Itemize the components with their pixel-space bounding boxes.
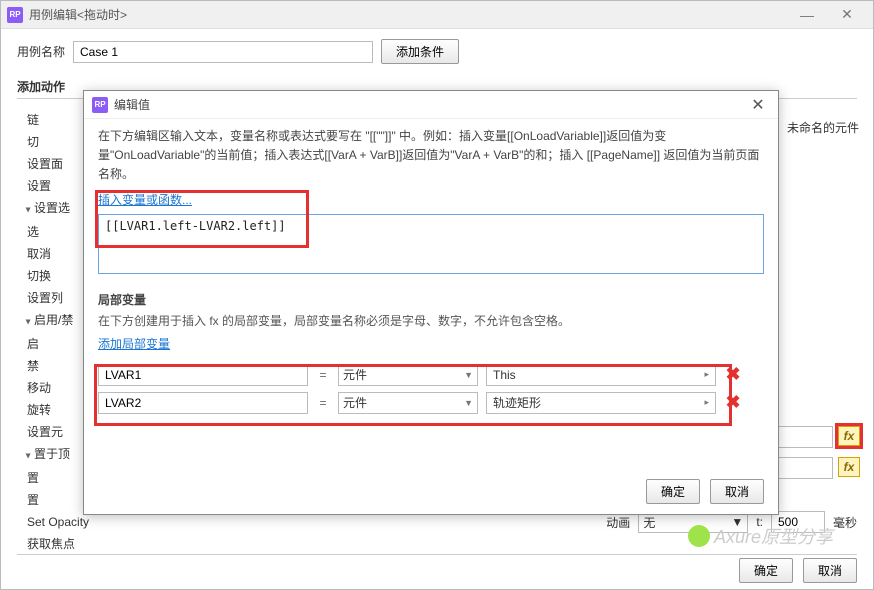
help-text: 在下方编辑区输入文本，变量名称或表达式要写在 "[[""]]" 中。例如：插入变… <box>98 127 764 185</box>
case-name-label: 用例名称 <box>17 43 65 60</box>
anim-value: 无 <box>643 514 655 531</box>
add-action-header: 添加动作 <box>17 78 65 95</box>
chevron-down-icon: ▸ <box>704 397 709 408</box>
t-label: t: <box>756 515 763 529</box>
local-var-row: = 元件 ▼ This ▸ ✖ <box>98 364 764 386</box>
insert-var-link[interactable]: 插入变量或函数... <box>98 191 192 208</box>
modal-ok-button[interactable]: 确定 <box>646 479 700 504</box>
app-icon: RP <box>7 7 23 23</box>
local-var-row: = 元件 ▼ 轨迹矩形 ▸ ✖ <box>98 392 764 414</box>
chevron-down-icon: ▼ <box>731 515 743 529</box>
ms-label: 毫秒 <box>833 514 857 531</box>
fx-button-1[interactable]: fx <box>838 426 860 446</box>
tree-item[interactable]: 获取焦点 <box>25 533 155 555</box>
chevron-down-icon: ▼ <box>464 398 473 408</box>
var-name-input[interactable] <box>98 364 308 386</box>
add-local-var-link[interactable]: 添加局部变量 <box>98 335 170 352</box>
var-name-input[interactable] <box>98 392 308 414</box>
modal-title: 编辑值 <box>114 96 746 113</box>
minimize-icon[interactable]: — <box>787 2 827 28</box>
delete-var-icon[interactable]: ✖ <box>724 364 742 385</box>
local-vars-desc: 在下方创建用于插入 fx 的局部变量，局部变量名称必须是字母、数字，不允许包含空… <box>98 312 764 329</box>
modal-cancel-button[interactable]: 取消 <box>710 479 764 504</box>
local-vars-header: 局部变量 <box>98 291 764 308</box>
outer-title-bar[interactable]: RP 用例编辑<拖动时> — ✕ <box>1 1 873 29</box>
chevron-down-icon: ▸ <box>704 369 709 380</box>
app-icon: RP <box>92 97 108 113</box>
var-value-select[interactable]: 轨迹矩形 ▸ <box>486 392 716 414</box>
delete-var-icon[interactable]: ✖ <box>724 392 742 413</box>
fx-button-2[interactable]: fx <box>838 457 860 477</box>
close-icon[interactable]: ✕ <box>746 95 770 115</box>
var-type-select[interactable]: 元件 ▼ <box>338 364 478 386</box>
outer-cancel-button[interactable]: 取消 <box>803 558 857 583</box>
var-value-select[interactable]: This ▸ <box>486 364 716 386</box>
components-header: 未命名的元件 <box>779 119 859 136</box>
close-icon[interactable]: ✕ <box>827 2 867 28</box>
add-condition-button[interactable]: 添加条件 <box>381 39 459 64</box>
window-title: 用例编辑<拖动时> <box>29 6 787 23</box>
outer-ok-button[interactable]: 确定 <box>739 558 793 583</box>
equals-label: = <box>316 396 330 410</box>
var-type-select[interactable]: 元件 ▼ <box>338 392 478 414</box>
equals-label: = <box>316 368 330 382</box>
chevron-down-icon: ▼ <box>464 370 473 380</box>
case-name-input[interactable] <box>73 41 373 63</box>
anim-label: 动画 <box>606 514 630 531</box>
duration-input[interactable] <box>771 511 825 533</box>
edit-value-dialog: RP 编辑值 ✕ 在下方编辑区输入文本，变量名称或表达式要写在 "[[""]]"… <box>83 90 779 515</box>
expression-textarea[interactable] <box>98 214 764 274</box>
